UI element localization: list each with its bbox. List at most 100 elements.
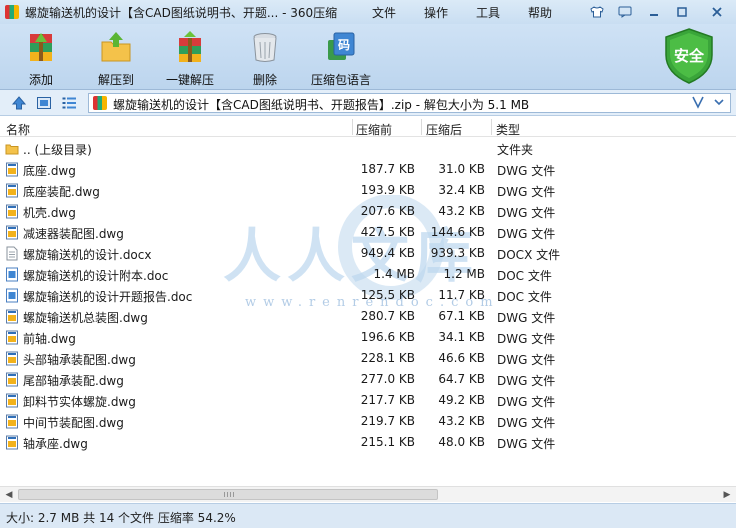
file-size: 939.3 KB [430,246,485,260]
file-packed-size: 125.5 KB [360,288,415,302]
file-packed-size: 228.1 KB [360,351,415,365]
extract-to-button[interactable]: 解压到 [86,28,146,88]
column-packed[interactable]: 压缩前 [356,121,392,138]
file-size: 32.4 KB [438,183,485,197]
file-packed-size: 193.9 KB [360,183,415,197]
file-size: 31.0 KB [438,162,485,176]
menu-operation[interactable]: 操作 [424,4,448,21]
chevron-down-icon[interactable] [712,94,726,113]
trash-can-icon [253,33,277,62]
column-divider[interactable] [352,119,353,135]
file-row[interactable]: .. (上级目录) 文件夹 [0,138,736,159]
file-type: DWG 文件 [497,395,556,409]
file-packed-size: 187.7 KB [360,162,415,176]
file-row[interactable]: 轴承座.dwg 215.1 KB 48.0 KB DWG 文件 [0,432,736,453]
up-arrow-icon[interactable] [11,95,27,111]
feedback-icon[interactable] [614,3,636,21]
file-row[interactable]: 螺旋输送机的设计开题报告.doc 125.5 KB 11.7 KB DOC 文件 [0,285,736,306]
file-size: 67.1 KB [438,309,485,323]
file-name: 螺旋输送机总装图.dwg [23,311,148,325]
file-type: DOCX 文件 [497,248,561,262]
dwg-file-icon [5,435,19,450]
menu-help[interactable]: 帮助 [528,4,552,21]
file-type: DWG 文件 [497,227,556,241]
dwg-file-icon [5,372,19,387]
file-name: 机壳.dwg [23,206,76,220]
status-bar: 大小: 2.7 MB 共 14 个文件 压缩率 54.2% [0,503,736,528]
file-name: .. (上级目录) [23,143,92,157]
menu-file[interactable]: 文件 [372,4,396,21]
file-row[interactable]: 尾部轴承装配.dwg 277.0 KB 64.7 KB DWG 文件 [0,369,736,390]
scroll-thumb[interactable] [18,489,438,500]
file-row[interactable]: 螺旋输送机的设计.docx 949.4 KB 939.3 KB DOCX 文件 [0,243,736,264]
doc-file-icon [5,267,19,282]
file-row[interactable]: 螺旋输送机总装图.dwg 280.7 KB 67.1 KB DWG 文件 [0,306,736,327]
column-size[interactable]: 压缩后 [426,121,462,138]
file-name: 底座.dwg [23,164,76,178]
file-size: 34.1 KB [438,330,485,344]
file-size: 144.6 KB [430,225,485,239]
status-text: 大小: 2.7 MB 共 14 个文件 压缩率 54.2% [6,511,236,525]
skin-shirt-icon[interactable] [586,3,608,21]
svg-text:码: 码 [338,38,350,52]
file-name: 尾部轴承装配.dwg [23,374,124,388]
file-packed-size: 1.4 MB [373,267,415,281]
file-size: 1.2 MB [443,267,485,281]
file-type: DOC 文件 [497,290,552,304]
scroll-right-icon[interactable]: ▶ [720,488,734,502]
list-view-icon[interactable] [61,95,77,111]
file-packed-size: 277.0 KB [360,372,415,386]
file-row[interactable]: 螺旋输送机的设计附本.doc 1.4 MB 1.2 MB DOC 文件 [0,264,736,285]
delete-button[interactable]: 删除 [235,28,295,88]
column-divider[interactable] [421,119,422,135]
file-row[interactable]: 底座.dwg 187.7 KB 31.0 KB DWG 文件 [0,159,736,180]
file-packed-size: 207.6 KB [360,204,415,218]
file-name: 螺旋输送机的设计附本.doc [23,269,169,283]
code-language-icon: 码 [328,32,355,60]
column-name[interactable]: 名称 [6,121,30,138]
file-name: 卸料节实体螺旋.dwg [23,395,136,409]
address-field[interactable]: 螺旋输送机的设计【含CAD图纸说明书、开题报告】.zip - 解包大小为 5.1… [88,93,731,113]
minimize-icon[interactable] [643,3,665,21]
archive-language-button[interactable]: 码 压缩包语言 [311,28,371,88]
address-bar: 螺旋输送机的设计【含CAD图纸说明书、开题报告】.zip - 解包大小为 5.1… [0,90,736,116]
file-row[interactable]: 前轴.dwg 196.6 KB 34.1 KB DWG 文件 [0,327,736,348]
file-list: .. (上级目录) 文件夹底座.dwg 187.7 KB 31.0 KB DWG 文件 底… [0,138,736,453]
column-type[interactable]: 类型 [496,121,520,138]
file-type: DWG 文件 [497,353,556,367]
maximize-icon[interactable] [671,3,693,21]
file-type: DWG 文件 [497,332,556,346]
toolbar: 添加 解压到 一键解压 删除 码 压缩包语言 [0,24,736,90]
add-button[interactable]: 添加 [11,28,71,88]
file-size: 46.6 KB [438,351,485,365]
app-icon [5,5,19,19]
file-row[interactable]: 卸料节实体螺旋.dwg 217.7 KB 49.2 KB DWG 文件 [0,390,736,411]
file-row[interactable]: 机壳.dwg 207.6 KB 43.2 KB DWG 文件 [0,201,736,222]
file-row[interactable]: 中间节装配图.dwg 219.7 KB 43.2 KB DWG 文件 [0,411,736,432]
file-name: 轴承座.dwg [23,437,88,451]
column-divider[interactable] [491,119,492,135]
file-name: 螺旋输送机的设计开题报告.doc [23,290,193,304]
file-type: DWG 文件 [497,374,556,388]
dwg-file-icon [5,393,19,408]
file-type: DOC 文件 [497,269,552,283]
file-packed-size: 427.5 KB [360,225,415,239]
close-icon[interactable] [703,3,731,21]
menu-tools[interactable]: 工具 [476,4,500,21]
file-name: 中间节装配图.dwg [23,416,124,430]
file-name: 底座装配.dwg [23,185,100,199]
security-shield-button[interactable]: 安全 [662,27,716,85]
scroll-left-icon[interactable]: ◀ [2,488,16,502]
large-icon-view-icon[interactable] [36,95,52,111]
file-row[interactable]: 底座装配.dwg 193.9 KB 32.4 KB DWG 文件 [0,180,736,201]
dwg-file-icon [5,204,19,219]
folder-icon [5,141,19,156]
address-dropdown-icon[interactable] [692,95,704,112]
file-packed-size: 949.4 KB [360,246,415,260]
file-row[interactable]: 头部轴承装配图.dwg 228.1 KB 46.6 KB DWG 文件 [0,348,736,369]
file-row[interactable]: 减速器装配图.dwg 427.5 KB 144.6 KB DWG 文件 [0,222,736,243]
horizontal-scrollbar[interactable]: ◀ ▶ [0,486,736,502]
one-click-extract-icon [179,31,201,62]
file-packed-size: 219.7 KB [360,414,415,428]
one-click-extract-button[interactable]: 一键解压 [160,28,220,88]
